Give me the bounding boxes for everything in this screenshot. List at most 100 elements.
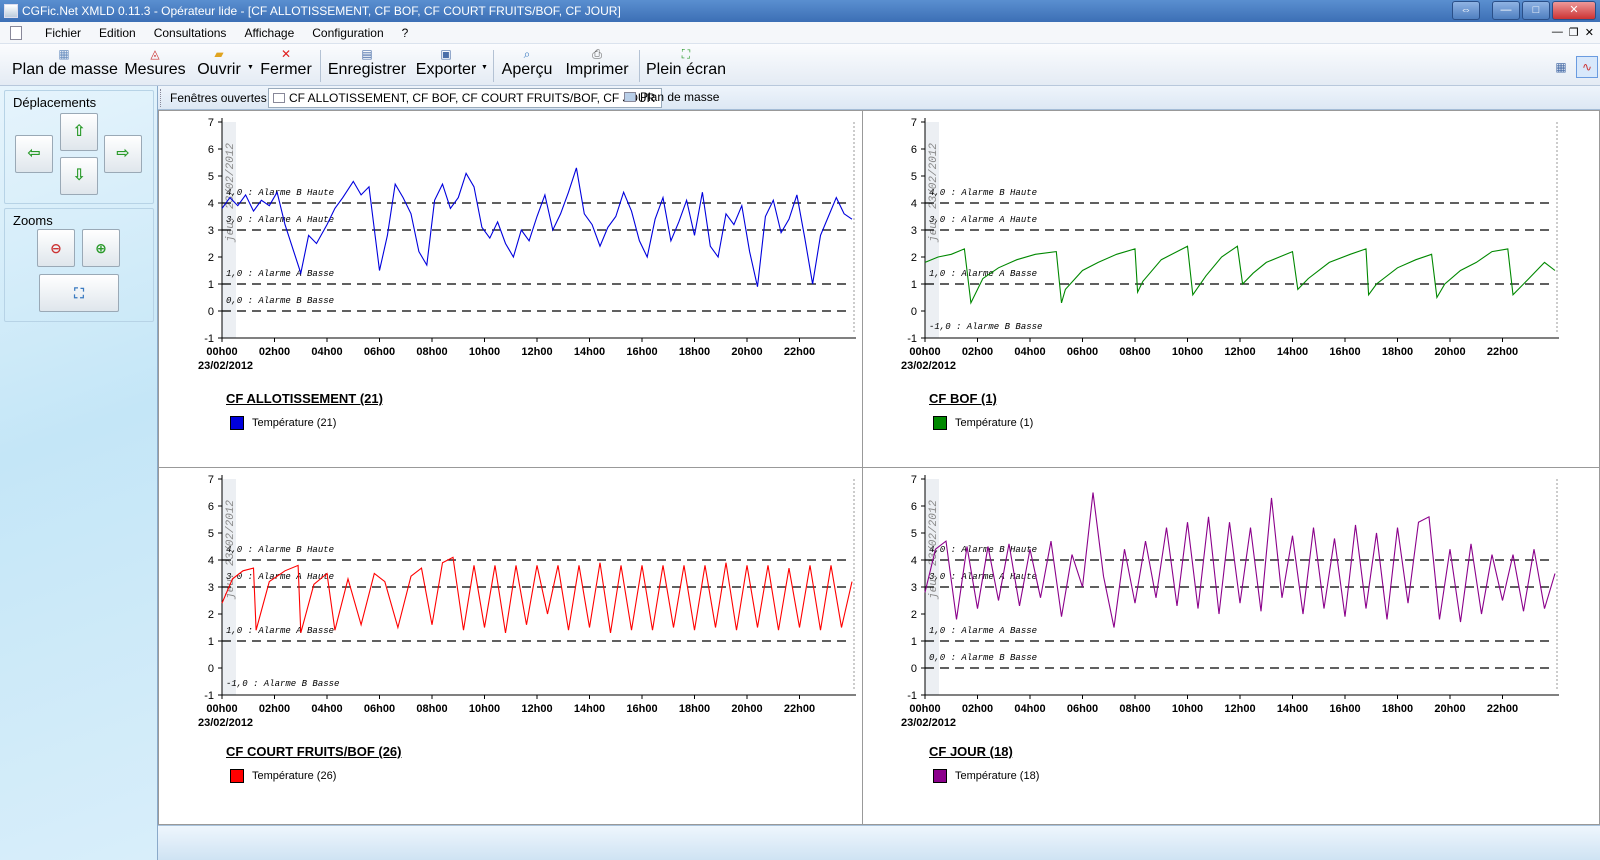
x-date-label: 23/02/2012 — [198, 360, 253, 372]
chart-cell-bof: 7 6 5 4 3 2 1 0 -1 00h00 02h00 04h00 06h00 08h00 10h00… — [863, 111, 1569, 466]
close-x-icon: ✕ — [280, 47, 292, 61]
arrow-up-icon: ⇧ — [72, 123, 86, 140]
menu-edition[interactable]: Edition — [90, 26, 145, 40]
imprimer-button[interactable]: ⎙ Imprimer — [562, 46, 632, 84]
move-down-button[interactable]: ⇩ — [60, 157, 98, 195]
zoom-in-button[interactable]: ⊕ — [82, 229, 120, 267]
maximize-button[interactable]: □ — [1522, 1, 1550, 20]
x-tick-label: 18h00 — [679, 346, 710, 358]
x-tick-label: 20h00 — [1434, 346, 1465, 358]
x-tick-label: 22h00 — [784, 703, 815, 715]
enregistrer-button[interactable]: ▤ Enregistrer — [326, 46, 408, 84]
exporter-dropdown-icon[interactable]: ▼ — [481, 64, 488, 71]
y-tick-label: 6 — [911, 144, 917, 156]
exporter-button[interactable]: ▣ Exporter — [414, 46, 478, 84]
chart-title[interactable]: CF BOF (1) — [929, 391, 997, 406]
x-tick-label: 00h00 — [206, 346, 237, 358]
x-tick-label: 04h00 — [1014, 703, 1045, 715]
save-icon: ▤ — [361, 47, 373, 61]
x-tick-label: 06h00 — [364, 346, 395, 358]
y-tick-label: 2 — [911, 252, 917, 264]
legend-label: Température (21) — [252, 417, 337, 429]
tab-plan-de-masse[interactable]: Plan de masse — [620, 88, 725, 108]
x-tick-label: 16h00 — [626, 346, 657, 358]
x-tick-label: 02h00 — [259, 346, 290, 358]
menu-affichage[interactable]: Affichage — [235, 26, 303, 40]
menu-configuration[interactable]: Configuration — [303, 26, 392, 40]
ouvrir-button[interactable]: ▰ Ouvrir — [194, 46, 244, 84]
x-tick-label: 14h00 — [574, 346, 605, 358]
chart-title[interactable]: CF ALLOTISSEMENT (21) — [226, 391, 383, 406]
zooms-group: Zooms ⊖ ⊕ ⛶ — [4, 208, 154, 322]
chart-window-icon — [273, 93, 285, 103]
resize-window-button[interactable]: ⇔ — [1452, 1, 1480, 20]
move-left-button[interactable]: ⇦ — [15, 135, 53, 173]
legend-label: Température (26) — [252, 770, 337, 782]
x-date-label: 23/02/2012 — [198, 717, 253, 729]
y-tick-label: 3 — [911, 582, 917, 594]
table-view-icon[interactable]: ▦ — [1550, 56, 1572, 78]
threshold-label: 1,0 : Alarme A Basse — [929, 269, 1037, 279]
x-tick-label: 04h00 — [1014, 346, 1045, 358]
menu-help[interactable]: ? — [393, 26, 418, 40]
zoom-fit-button[interactable]: ⛶ — [39, 274, 119, 312]
chart-cell-jour: 7 6 5 4 3 2 1 0 -1 00h00 02h00 04h00 06h00 08h00 10h00… — [863, 468, 1569, 823]
mdi-close-button[interactable]: ✕ — [1585, 26, 1594, 39]
x-tick-label: 22h00 — [1487, 703, 1518, 715]
toolbar-separator — [493, 50, 494, 82]
menu-fichier[interactable]: Fichier — [36, 26, 90, 40]
document-icon[interactable] — [10, 25, 22, 40]
x-tick-label: 02h00 — [259, 703, 290, 715]
fermer-button[interactable]: ✕ Fermer — [258, 46, 314, 84]
y-tick-label: 3 — [208, 582, 214, 594]
tabstrip-grip[interactable] — [160, 89, 163, 107]
zoom-out-button[interactable]: ⊖ — [37, 229, 75, 267]
legend-swatch — [933, 416, 947, 430]
x-tick-label: 06h00 — [1067, 346, 1098, 358]
arrow-down-icon: ⇩ — [72, 167, 86, 184]
mesures-button[interactable]: ◬ Mesures — [124, 46, 186, 84]
threshold-label: 3,0 : Alarme A Haute — [226, 215, 334, 225]
chart-title[interactable]: CF JOUR (18) — [929, 744, 1013, 759]
x-tick-label: 16h00 — [1329, 703, 1360, 715]
x-tick-label: 18h00 — [679, 703, 710, 715]
x-tick-label: 08h00 — [416, 703, 447, 715]
apercu-button[interactable]: ⌕ Aperçu — [500, 46, 554, 84]
x-tick-label: 18h00 — [1382, 346, 1413, 358]
move-up-button[interactable]: ⇧ — [60, 113, 98, 151]
x-tick-label: 08h00 — [1119, 346, 1150, 358]
threshold-label: 4,0 : Alarme B Haute — [929, 545, 1037, 555]
menu-consultations[interactable]: Consultations — [145, 26, 236, 40]
chart-title[interactable]: CF COURT FRUITS/BOF (26) — [226, 744, 402, 759]
plan-de-masse-button[interactable]: ▦ Plan de masse — [12, 46, 118, 84]
close-window-button[interactable]: ✕ — [1552, 1, 1596, 20]
move-right-button[interactable]: ⇨ — [104, 135, 142, 173]
x-tick-label: 12h00 — [1224, 703, 1255, 715]
y-tick-label: 1 — [911, 279, 917, 291]
legend-label: Température (18) — [955, 770, 1040, 782]
mdi-restore-button[interactable]: ❐ — [1569, 26, 1579, 39]
legend-swatch — [230, 416, 244, 430]
plein-ecran-button[interactable]: ⛶ Plein écran — [646, 46, 726, 84]
x-tick-label: 00h00 — [206, 703, 237, 715]
printer-icon: ⎙ — [592, 47, 602, 61]
tab-charts[interactable]: CF ALLOTISSEMENT, CF BOF, CF COURT FRUIT… — [268, 88, 663, 108]
x-date-label: 23/02/2012 — [901, 360, 956, 372]
y-tick-label: 3 — [208, 225, 214, 237]
site-plan-window-icon — [624, 92, 636, 102]
threshold-label: -1,0 : Alarme B Basse — [929, 322, 1042, 332]
ouvrir-dropdown-icon[interactable]: ▼ — [247, 64, 254, 71]
mdi-minimize-button[interactable]: — — [1552, 26, 1563, 39]
y-tick-label: -1 — [907, 333, 917, 345]
minimize-button[interactable]: — — [1492, 1, 1520, 20]
open-windows-tabstrip: Fenêtres ouvertes : CF ALLOTISSEMENT, CF… — [158, 86, 1600, 110]
chart-legend: Température (1) — [933, 416, 1033, 430]
main-toolbar: ▦ Plan de masse ◬ Mesures ▰ Ouvrir ▼ ✕ F… — [0, 44, 1600, 86]
app-icon — [4, 4, 18, 18]
y-tick-label: 1 — [208, 279, 214, 291]
chart-allotissement: 7 6 5 4 3 2 1 0 -100h00 02h00 04h00 06h00 08h00 10h00… — [198, 117, 856, 372]
deplacements-group: Déplacements ⇧ ⇦ ⇨ ⇩ — [4, 90, 154, 204]
chart-view-icon[interactable]: ∿ — [1576, 56, 1598, 78]
threshold-label: 0,0 : Alarme B Basse — [226, 296, 334, 306]
y-tick-label: 1 — [911, 636, 917, 648]
